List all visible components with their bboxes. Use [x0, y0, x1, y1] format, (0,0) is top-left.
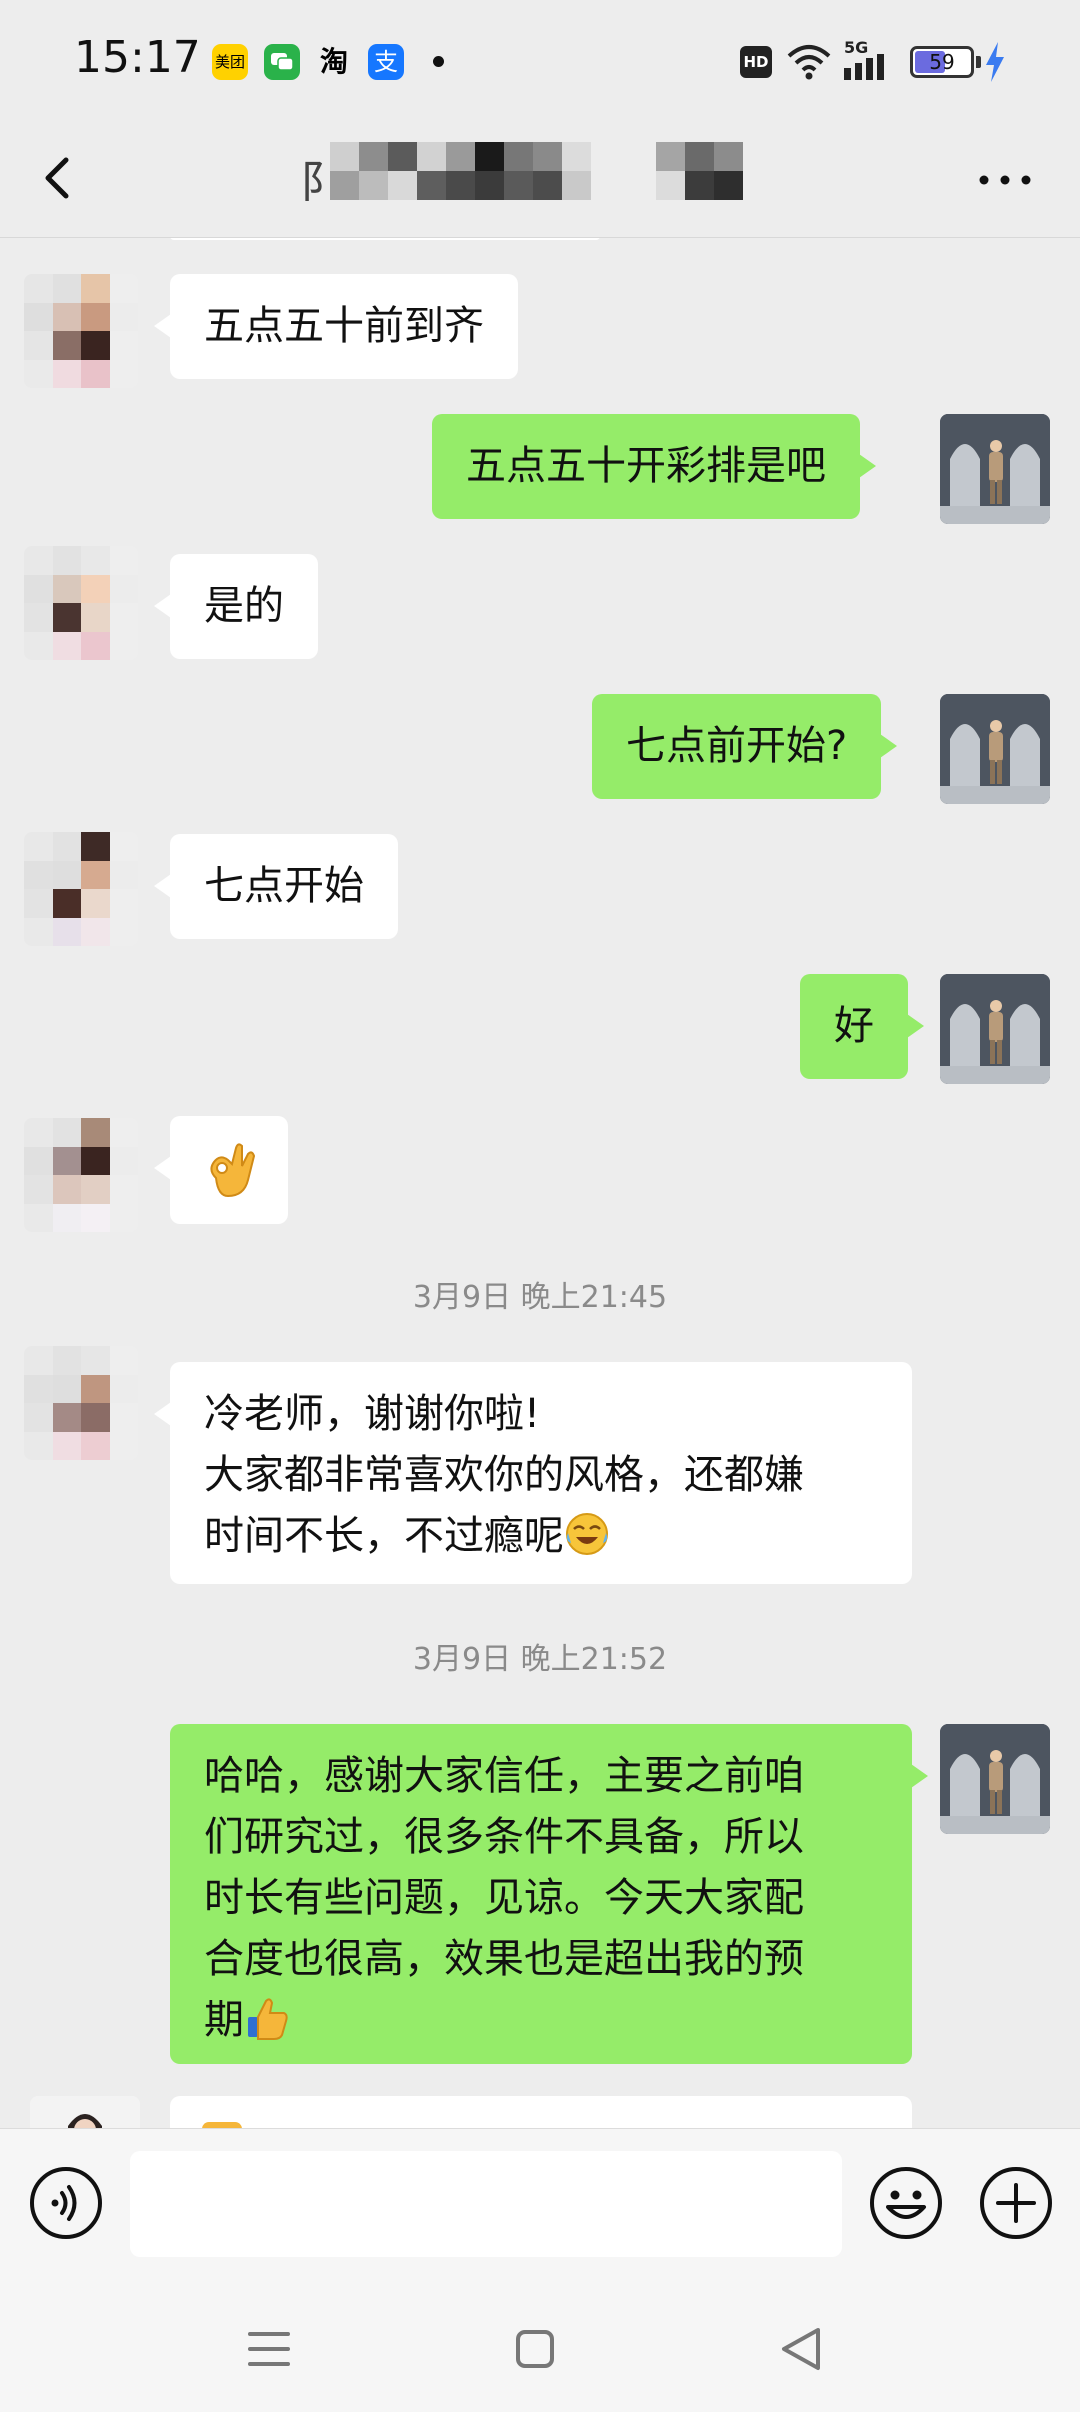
incoming-message-bubble-partial[interactable] [170, 2096, 912, 2128]
system-navigation-bar [0, 2284, 1080, 2412]
contact-avatar[interactable] [24, 274, 138, 388]
contact-avatar[interactable] [30, 2096, 140, 2128]
chat-header: 阝 [0, 120, 1080, 238]
incoming-message-bubble[interactable]: 七点开始 [154, 834, 398, 939]
alipay-icon: 支 [368, 44, 404, 80]
laughing-crying-emoji [566, 1513, 608, 1555]
more-options-icon[interactable] [970, 160, 1040, 200]
wifi-icon [787, 45, 831, 80]
recent-apps-menu-icon[interactable] [234, 2314, 304, 2384]
hd-icon: HD [740, 46, 772, 78]
message-input-bar [0, 2128, 1080, 2284]
taobao-icon: 淘 [319, 45, 348, 78]
chat-message-list[interactable]: 五点五十前到齐 五点五十开彩排是吧 是的 七点前开始? 七点开始 好 3月9日 … [0, 238, 1080, 2128]
message-timestamp: 3月9日 晚上21:52 [412, 1642, 668, 1677]
back-triangle-icon[interactable] [766, 2314, 836, 2384]
voice-input-icon[interactable] [28, 2165, 104, 2241]
emoji-picker-icon[interactable] [868, 2165, 944, 2241]
incoming-message-bubble[interactable]: 是的 [154, 554, 318, 659]
partial-message-bubble [170, 238, 600, 240]
self-avatar[interactable] [940, 694, 1050, 804]
signal-icon [844, 54, 884, 80]
message-text-input[interactable] [130, 2151, 842, 2257]
ok-hand-emoji [210, 1143, 256, 1198]
message-text: 哈哈，感谢大家信任，主要之前咱 们研究过，很多条件不具备，所以 时长有些问题，见… [204, 1753, 804, 2043]
self-avatar[interactable] [940, 414, 1050, 524]
message-timestamp: 3月9日 晚上21:45 [412, 1280, 668, 1315]
outgoing-message-bubble[interactable]: 好 [800, 974, 924, 1079]
chat-title-blur-2 [656, 142, 743, 200]
self-avatar[interactable] [940, 974, 1050, 1084]
status-bar: 15:17 美团 淘 支 HD 5G 59 [0, 0, 1080, 120]
message-text: 冷老师，谢谢你啦! 大家都非常喜欢你的风格，还都嫌 时间不长，不过瘾呢 [204, 1391, 804, 1559]
outgoing-message-bubble[interactable]: 七点前开始? [592, 694, 898, 799]
contact-avatar[interactable] [24, 832, 138, 946]
more-functions-plus-icon[interactable] [978, 2165, 1054, 2241]
self-avatar[interactable] [940, 1724, 1050, 1834]
back-arrow-icon[interactable] [30, 148, 90, 208]
status-time: 15:17 [74, 32, 201, 83]
charging-bolt-icon [986, 42, 1004, 82]
chat-title-blur-1 [330, 142, 591, 200]
outgoing-message-bubble[interactable]: 哈哈，感谢大家信任，主要之前咱 们研究过，很多条件不具备，所以 时长有些问题，见… [170, 1724, 928, 2064]
battery-percent: 59 [929, 50, 955, 74]
contact-avatar[interactable] [24, 1346, 138, 1460]
outgoing-message-bubble[interactable]: 五点五十开彩排是吧 [432, 414, 876, 519]
incoming-message-bubble[interactable]: 五点五十前到齐 [154, 274, 518, 379]
wechat-chat-icon [264, 44, 300, 80]
notification-dot-icon [433, 56, 444, 67]
incoming-message-bubble[interactable]: 冷老师，谢谢你啦! 大家都非常喜欢你的风格，还都嫌 时间不长，不过瘾呢 [154, 1362, 912, 1584]
contact-avatar[interactable] [24, 1118, 138, 1232]
contact-avatar[interactable] [24, 546, 138, 660]
incoming-message-bubble[interactable] [154, 1116, 288, 1224]
battery-icon: 59 [910, 46, 974, 78]
meituan-icon: 美团 [212, 44, 248, 80]
thumbs-up-emoji [248, 1998, 288, 2040]
home-square-icon[interactable] [500, 2314, 570, 2384]
battery-tip [976, 56, 981, 68]
